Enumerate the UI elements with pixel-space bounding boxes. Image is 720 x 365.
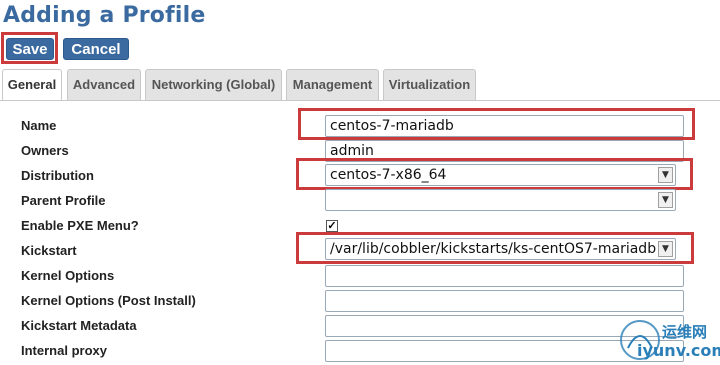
tab-general[interactable]: General [2, 69, 62, 101]
cancel-button[interactable]: Cancel [63, 38, 129, 60]
checkmark-icon: ✓ [327, 220, 337, 232]
tab-management[interactable]: Management [286, 69, 379, 100]
tab-bar: General Advanced Networking (Global) Man… [0, 69, 720, 101]
watermark-text: 运维网 [662, 323, 708, 341]
kernel-options-post-label: Kernel Options (Post Install) [21, 293, 196, 308]
owners-label: Owners [21, 143, 69, 158]
internal-proxy-label: Internal proxy [21, 343, 107, 358]
kernel-options-label: Kernel Options [21, 268, 115, 283]
chevron-down-icon[interactable]: ▼ [658, 241, 673, 257]
tab-divider [0, 100, 720, 101]
parent-profile-select[interactable]: ▼ [325, 189, 676, 211]
kernel-options-post-input[interactable] [325, 290, 684, 312]
watermark-domain: iyunv.com [637, 341, 720, 360]
kickstart-metadata-label: Kickstart Metadata [21, 318, 137, 333]
kickstart-value: /var/lib/cobbler/kickstarts/ks-centOS7-m… [330, 241, 657, 257]
name-label: Name [21, 118, 57, 133]
kernel-options-input[interactable] [325, 265, 684, 287]
owners-input[interactable]: admin [325, 140, 684, 162]
save-button[interactable]: Save [6, 38, 54, 60]
chevron-down-icon[interactable]: ▼ [658, 192, 673, 208]
tab-networking-global[interactable]: Networking (Global) [145, 69, 282, 100]
enable-pxe-label: Enable PXE Menu? [21, 218, 139, 233]
kickstart-select[interactable]: /var/lib/cobbler/kickstarts/ks-centOS7-m… [325, 238, 676, 260]
distribution-label: Distribution [21, 168, 94, 183]
parent-profile-label: Parent Profile [21, 193, 106, 208]
enable-pxe-checkbox[interactable]: ✓ [326, 220, 338, 232]
name-input[interactable]: centos-7-mariadb [325, 115, 684, 137]
tab-virtualization[interactable]: Virtualization [383, 69, 476, 100]
page-title: Adding a Profile [3, 3, 206, 28]
distribution-value: centos-7-x86_64 [330, 167, 447, 183]
chevron-down-icon[interactable]: ▼ [658, 167, 673, 183]
distribution-select[interactable]: centos-7-x86_64 ▼ [325, 164, 676, 186]
tab-advanced[interactable]: Advanced [67, 69, 141, 100]
kickstart-label: Kickstart [21, 243, 77, 258]
